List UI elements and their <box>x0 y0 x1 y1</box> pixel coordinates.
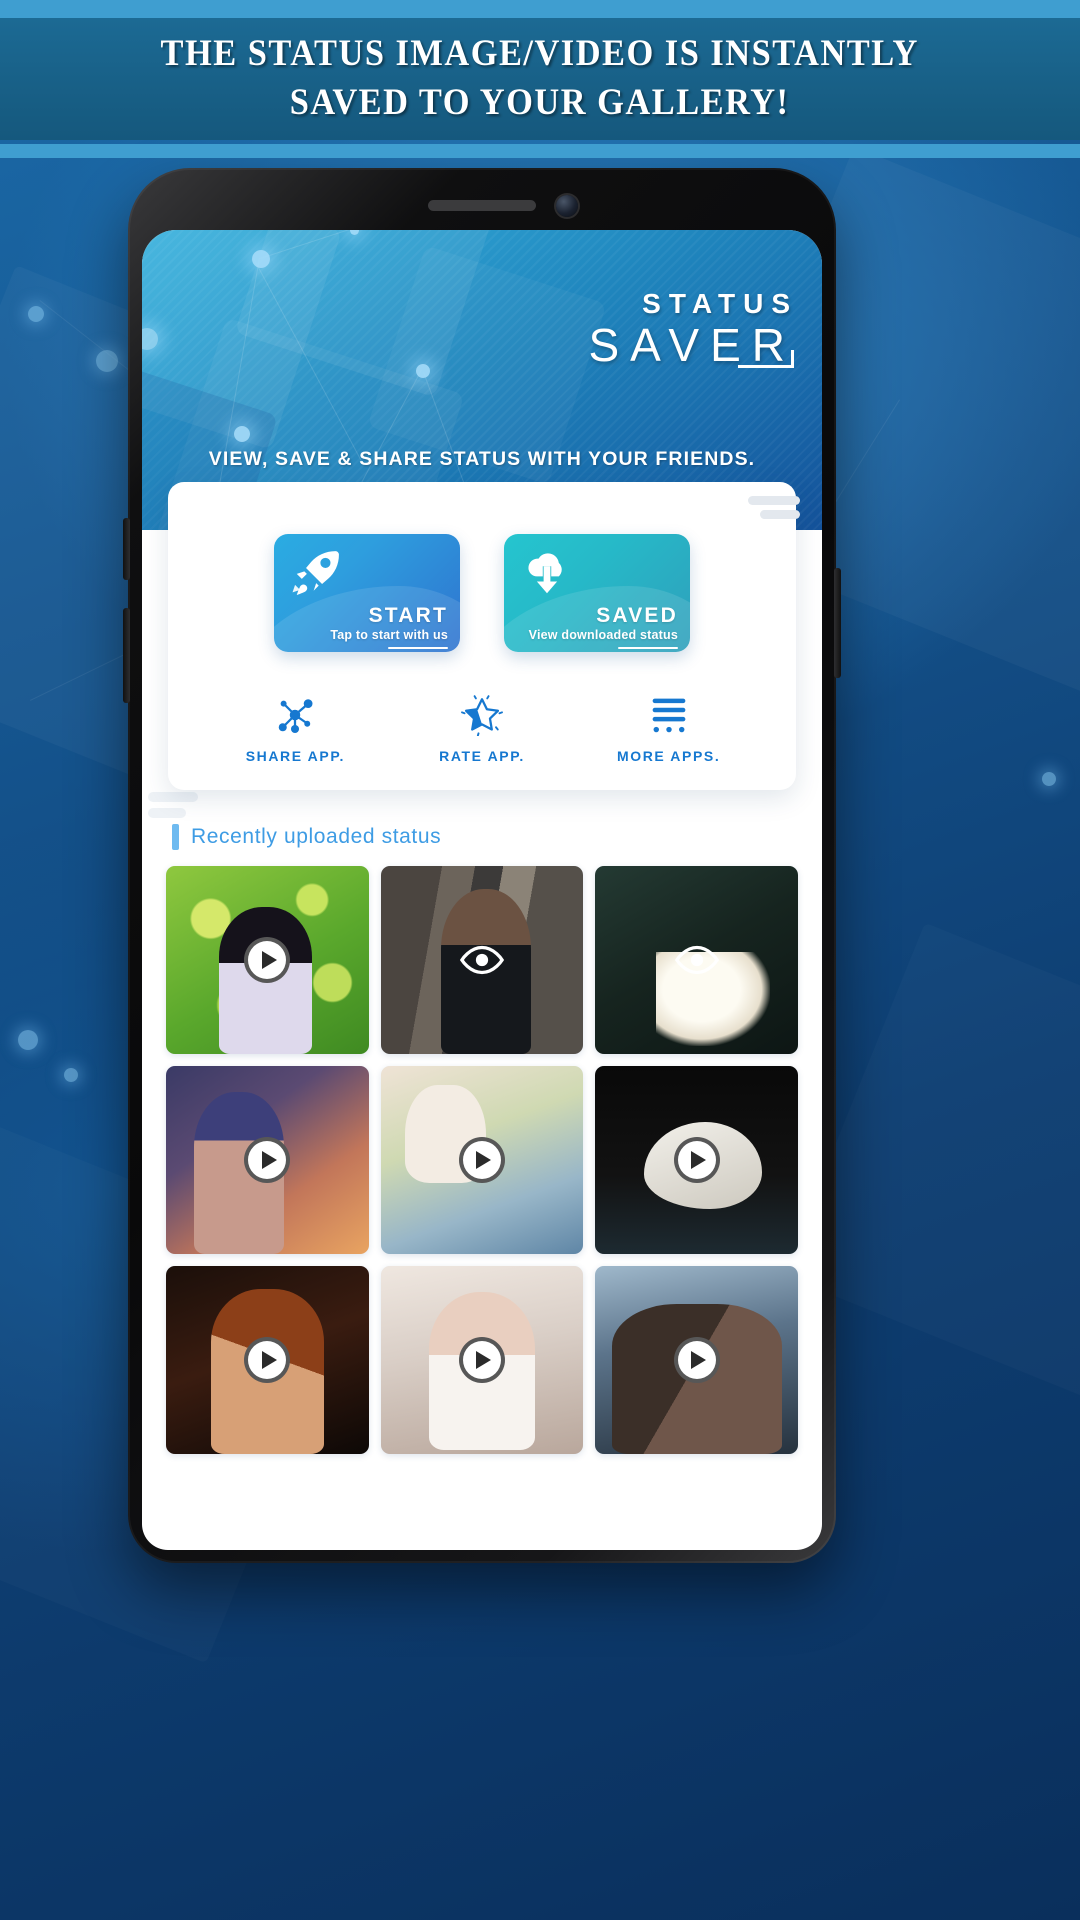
eye-icon[interactable] <box>459 937 505 983</box>
phone-screen: STATUS SAVER VIEW, SAVE & SHARE STATUS W… <box>142 230 822 1550</box>
bg-dot <box>18 1030 38 1050</box>
saved-card[interactable]: SAVED View downloaded status <box>504 534 690 652</box>
share-app-label: SHARE APP. <box>245 748 345 764</box>
bg-dot <box>28 306 44 322</box>
start-card-text: START Tap to start with us <box>330 604 448 642</box>
start-card-underline <box>388 646 448 649</box>
hero-dot <box>234 426 250 442</box>
status-thumbnail[interactable] <box>595 866 798 1054</box>
play-icon[interactable] <box>673 1137 720 1183</box>
cloud-download-icon <box>528 553 562 594</box>
eye-icon[interactable] <box>674 937 720 983</box>
hero-dot <box>416 364 430 378</box>
start-card[interactable]: START Tap to start with us <box>274 534 460 652</box>
app-logo: STATUS SAVER <box>588 290 798 372</box>
hero-dot <box>252 250 270 268</box>
play-icon[interactable] <box>244 937 291 983</box>
play-icon[interactable] <box>244 1137 291 1183</box>
more-apps-label: MORE APPS. <box>616 748 721 764</box>
star-icon <box>407 694 557 736</box>
section-accent-bar <box>172 824 179 850</box>
banner-line-2: SAVED TO YOUR GALLERY! <box>290 82 790 123</box>
status-thumbnail[interactable] <box>595 1266 798 1454</box>
status-thumbnail[interactable] <box>380 1066 584 1254</box>
promo-banner: THE STATUS IMAGE/VIDEO IS INSTANTLY SAVE… <box>0 0 1080 158</box>
share-app-button[interactable]: SHARE APP. <box>220 694 370 764</box>
status-thumbnail[interactable] <box>380 866 584 1054</box>
banner-line-1: THE STATUS IMAGE/VIDEO IS INSTANTLY <box>160 33 920 75</box>
panel-shadow-left-top <box>148 792 198 802</box>
panel-stack: START Tap to start with us SAVED View do… <box>142 482 822 818</box>
main-action-panel: START Tap to start with us SAVED View do… <box>168 482 800 790</box>
panel-shadow-left-bottom <box>148 808 186 818</box>
start-card-title: START <box>368 603 448 627</box>
bg-dot <box>96 350 118 372</box>
rate-app-button[interactable]: RATE APP. <box>407 694 557 764</box>
earpiece-speaker <box>428 200 536 211</box>
start-card-subtitle: Tap to start with us <box>330 628 448 642</box>
phone-mockup: STATUS SAVER VIEW, SAVE & SHARE STATUS W… <box>123 168 841 1563</box>
saved-card-underline <box>618 646 678 649</box>
panel-handle-bottom <box>760 510 800 519</box>
play-icon[interactable] <box>673 1337 720 1383</box>
more-apps-button[interactable]: MORE APPS. <box>594 694 744 764</box>
play-icon[interactable] <box>458 1337 505 1383</box>
bg-dot <box>1042 772 1056 786</box>
volume-down-button[interactable] <box>123 608 130 703</box>
play-icon[interactable] <box>244 1337 291 1383</box>
rate-app-label: RATE APP. <box>439 748 525 764</box>
bg-dot <box>64 1068 78 1082</box>
saved-card-text: SAVED View downloaded status <box>529 604 678 642</box>
panel-handle-top <box>748 496 800 505</box>
play-icon[interactable] <box>458 1137 505 1183</box>
share-nodes-icon <box>220 694 370 736</box>
rocket-icon <box>292 551 339 595</box>
volume-up-button[interactable] <box>123 518 130 580</box>
saved-card-subtitle: View downloaded status <box>528 628 678 642</box>
status-thumbnail[interactable] <box>380 1266 584 1454</box>
power-button[interactable] <box>834 568 841 678</box>
primary-action-cards: START Tap to start with us SAVED View do… <box>168 534 796 652</box>
more-apps-icon <box>594 694 744 736</box>
recent-section-header: Recently uploaded status <box>172 824 822 850</box>
page-root: THE STATUS IMAGE/VIDEO IS INSTANTLY SAVE… <box>0 0 1080 1920</box>
recent-section-title: Recently uploaded status <box>191 825 442 848</box>
front-camera-icon <box>556 195 578 217</box>
logo-saver-text: SAVER <box>588 319 796 371</box>
status-thumbnail[interactable] <box>166 1066 369 1254</box>
secondary-actions: SHARE APP. RATE APP. MORE APPS. <box>202 694 762 764</box>
app-tagline: VIEW, SAVE & SHARE STATUS WITH YOUR FRIE… <box>208 448 756 470</box>
status-thumbnail[interactable] <box>166 1266 369 1454</box>
logo-status-text: STATUS <box>642 288 798 319</box>
saved-card-title: SAVED <box>596 603 678 627</box>
status-thumbnail[interactable] <box>595 1066 798 1254</box>
status-thumbnail[interactable] <box>166 866 369 1054</box>
status-grid <box>142 850 822 1454</box>
